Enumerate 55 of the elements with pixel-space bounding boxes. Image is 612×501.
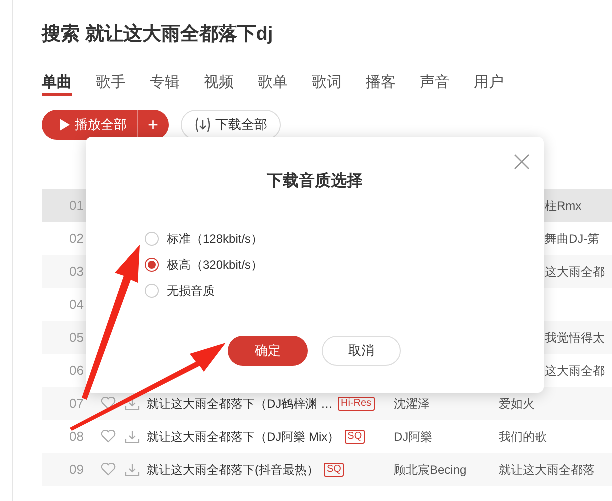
album-name[interactable]: 爱如火 [499,394,535,412]
tab[interactable]: 歌单 [258,72,288,96]
song-title[interactable]: 就让这大雨全都落下（DJ阿樂 Mix） [147,428,340,446]
album-name[interactable]: 这大雨全都 [545,262,605,280]
play-all-label: 播放全部 [75,116,127,134]
download-icon[interactable] [125,430,140,444]
tab[interactable]: 歌词 [312,72,342,96]
tab[interactable]: 视频 [204,72,234,96]
album-name[interactable]: 柱Rmx [545,196,582,214]
cancel-button[interactable]: 取消 [322,336,401,366]
row-number: 03 [68,262,84,281]
option-label: 极高（320kbit/s） [167,256,264,274]
tab[interactable]: 专辑 [150,72,180,96]
quality-tag: SQ [324,462,344,476]
artist-name[interactable]: DJ阿樂 [394,428,499,446]
tab[interactable]: 播客 [366,72,396,96]
row-number: 05 [68,328,84,347]
dialog-title: 下载音质选择 [266,171,364,192]
heart-icon[interactable] [101,463,116,476]
tab[interactable]: 用户 [474,72,504,96]
row-number: 01 [68,196,84,215]
confirm-button[interactable]: 确定 [228,336,308,366]
row-number: 08 [68,428,84,446]
song-row[interactable]: 09 就让这大雨全都落下(抖音最热） SQ 顾北宸Becing 就让这大雨全都落 [42,453,612,486]
radio-button[interactable] [145,258,159,272]
heart-icon[interactable] [101,430,116,443]
song-title[interactable]: 就让这大雨全都落下（DJ鹤梓渊 … [147,394,333,412]
album-name[interactable]: 舞曲DJ-第 [545,230,600,248]
heart-icon[interactable] [101,397,116,410]
row-number: 09 [68,460,84,479]
play-all-button[interactable]: 播放全部 + [42,110,169,140]
tab[interactable]: 单曲 [42,72,72,96]
download-icon[interactable] [125,462,140,476]
tab[interactable]: 声音 [420,72,450,96]
download-icon [194,117,212,133]
song-title[interactable]: 就让这大雨全都落下(抖音最热） [147,460,319,478]
album-name[interactable]: 我觉悟得太 [545,328,605,346]
tab[interactable]: 歌手 [96,72,126,96]
row-number: 04 [68,296,84,314]
option-label: 无损音质 [167,282,215,300]
option-label: 标准（128kbit/s） [167,230,264,248]
quality-tag: SQ [344,430,366,444]
row-number: 07 [68,394,84,413]
row-number: 02 [68,230,84,248]
artist-name[interactable]: 顾北宸Becing [394,460,499,478]
album-name[interactable]: 这大雨全都 [545,362,605,380]
page-title: 搜索 就让这大雨全都落下dj [42,22,274,47]
close-icon[interactable] [514,154,530,170]
row-number: 06 [68,362,84,380]
album-name[interactable]: 就让这大雨全都落 [499,460,595,478]
album-name[interactable]: 我们的歌 [499,428,547,446]
quality-tag: Hi-Res [338,396,375,410]
artist-name[interactable]: 沈濯泽 [394,394,499,412]
play-icon [60,119,70,131]
add-button[interactable]: + [148,112,159,138]
